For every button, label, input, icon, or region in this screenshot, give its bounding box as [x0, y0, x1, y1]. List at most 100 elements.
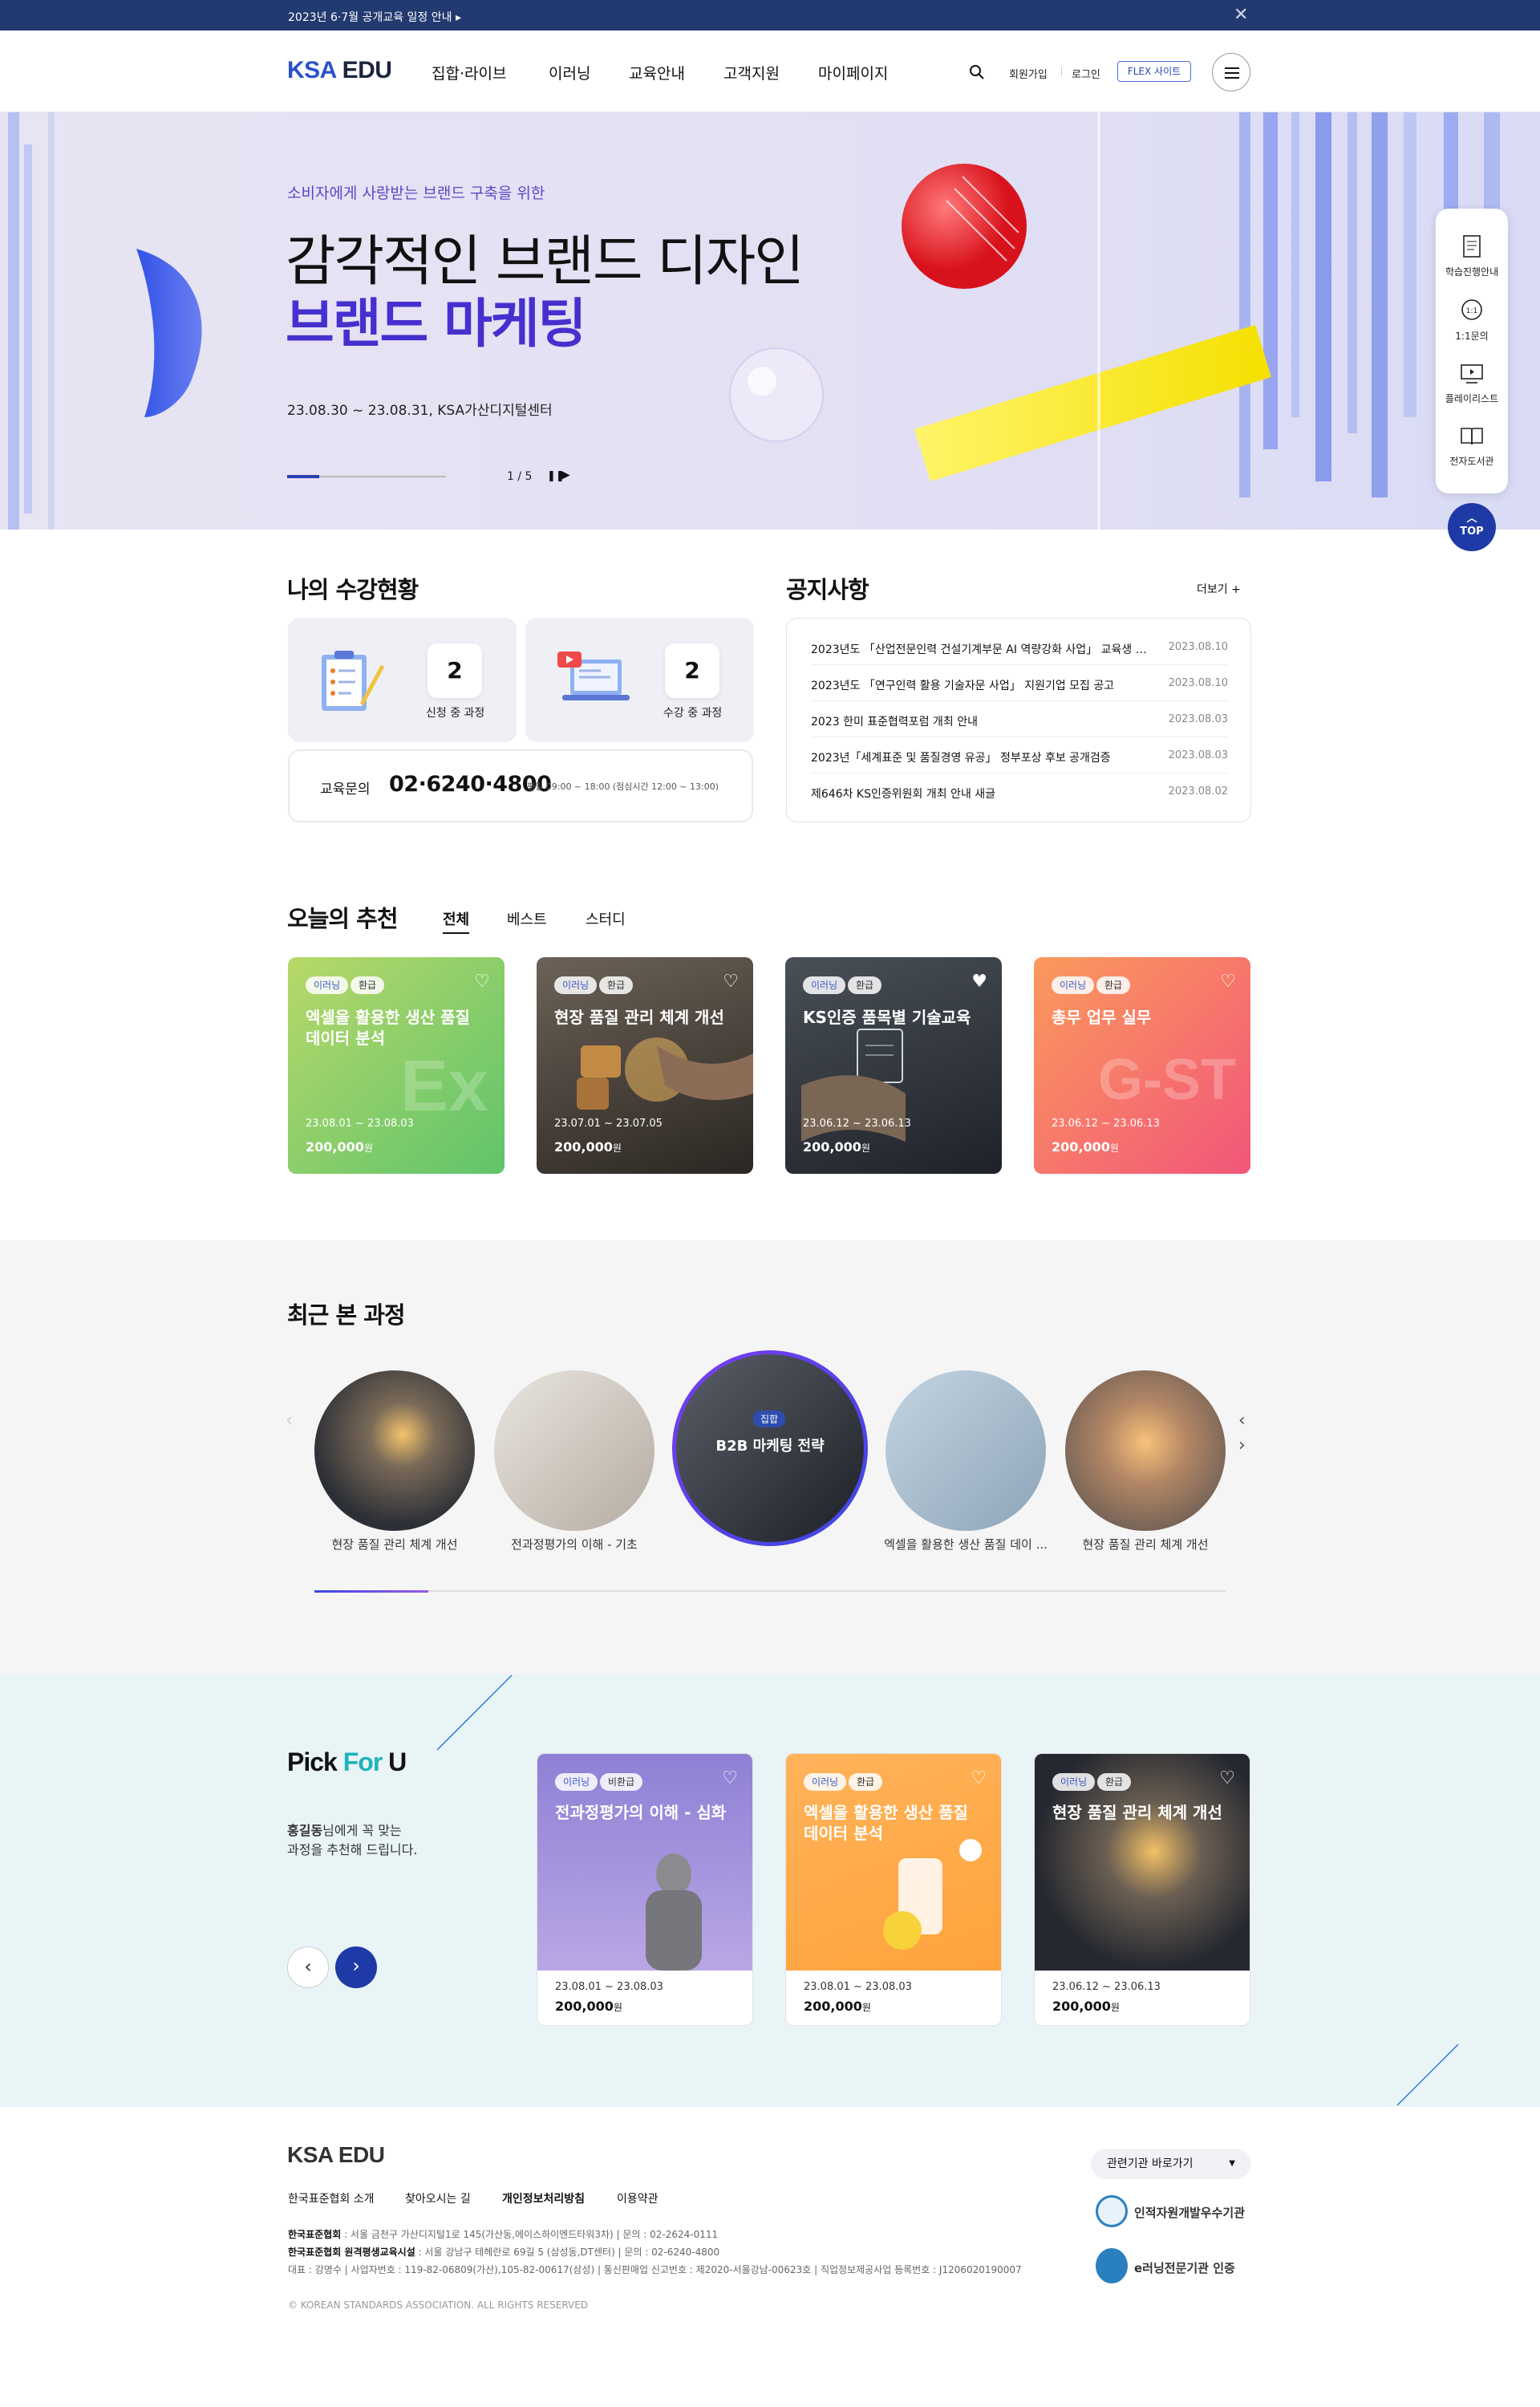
card-price: 200,000원 [1052, 1999, 1120, 2014]
join-link[interactable]: 회원가입 [1009, 66, 1048, 81]
hero-banner[interactable]: 소비자에게 사랑받는 브랜드 구축을 위한 감각적인 브랜드 디자인 브랜드 마… [0, 112, 1540, 530]
close-icon[interactable]: ✕ [1234, 5, 1248, 25]
caret-down-icon: ▼ [1229, 2159, 1235, 2168]
header: KSA EDU 집합·라이브 이러닝 교육안내 고객지원 마이페이지 회원가입 … [0, 30, 1540, 112]
hero-date: 23.08.30 ~ 23.08.31, KSA가산디지털센터 [287, 403, 553, 419]
pick-card[interactable]: 이러닝 환급 ♡ 엑셀을 활용한 생산 품질 데이터 분석 23.08.01 ~ … [785, 1753, 1002, 2026]
nav-item-guide[interactable]: 교육안내 [629, 62, 685, 83]
footer-link-directions[interactable]: 찾아오시는 길 [405, 2190, 471, 2206]
course-card[interactable]: 이러닝 환급 ♡ 현장 품질 관리 체계 개선 23.07.01 ~ 23.07.… [537, 957, 753, 1174]
card-title: 총무 업무 실무 [1052, 1008, 1152, 1027]
recent-thumb[interactable] [314, 1370, 475, 1531]
quick-item-library[interactable]: 전자도서관 [1436, 422, 1508, 468]
flex-site-button[interactable]: FLEX 사이트 [1117, 61, 1191, 82]
pick-card[interactable]: 이러닝 환급 ♡ 현장 품질 관리 체계 개선 23.06.12 ~ 23.06.… [1034, 1753, 1250, 2026]
recent-label[interactable]: 전과정평가의 이해 - 기초 [486, 1536, 663, 1553]
recent-thumb-active[interactable]: 집합 B2B 마케팅 전략 [672, 1350, 868, 1546]
related-sites-label: 관련기관 바로가기 [1107, 2157, 1194, 2170]
recent-scrollbar[interactable] [314, 1590, 1226, 1593]
announcement-bar[interactable]: 2023년 6·7월 공개교육 일정 안내 ▸ ✕ [0, 0, 1540, 30]
notice-more-link[interactable]: 더보기 + [1197, 581, 1241, 597]
scroll-top-button[interactable]: ︿ TOP [1448, 503, 1496, 551]
card-bg-text: G-ST [1098, 1048, 1236, 1112]
recent-thumb[interactable] [1065, 1370, 1226, 1531]
recent-thumb[interactable] [494, 1370, 654, 1531]
pick-description: 홍길동님에게 꼭 맞는 과정을 추천해 드립니다. [287, 1823, 418, 1857]
search-icon[interactable] [969, 64, 985, 80]
badge-refund: 환급 [1096, 976, 1131, 994]
notice-row-date: 2023.08.03 [1168, 713, 1228, 725]
apply-status-card[interactable]: 2 신청 중 과정 [288, 618, 517, 742]
quick-item-playlist[interactable]: 플레이리스트 [1436, 359, 1508, 405]
chevron-left-icon[interactable]: ‹ [1238, 1411, 1246, 1431]
footer-address-1: 한국표준협회 : 서울 금천구 가산디지털1로 145(가산동,에이스하이엔드타… [288, 2229, 719, 2240]
prev-button[interactable]: ‹ [287, 1946, 329, 1988]
notice-row[interactable]: 2023년도 「연구인력 활용 기술자문 사업」 지원기업 모집 공고 2023.… [811, 666, 1228, 701]
badge-type: 이러닝 [554, 976, 598, 994]
quick-item-guide[interactable]: 학습진행안내 [1436, 233, 1508, 278]
logo[interactable]: KSA EDU [287, 57, 392, 84]
heart-icon[interactable]: ♡ [1219, 1768, 1235, 1788]
recent-label[interactable]: 현장 품질 관리 체계 개선 [1057, 1536, 1234, 1553]
footer-link-about[interactable]: 한국표준협회 소개 [288, 2190, 375, 2206]
course-card[interactable]: 이러닝 환급 ♥ KS인증 품목별 기술교육 23.06.12 ~ 23.06.1… [785, 957, 1002, 1174]
card-date: 23.08.01 ~ 23.08.03 [306, 1118, 414, 1130]
recent-thumb[interactable] [886, 1370, 1046, 1531]
recent-label[interactable]: 현장 품질 관리 체계 개선 [306, 1536, 483, 1553]
recommend-title: 오늘의 추천 [287, 905, 398, 932]
heart-icon[interactable]: ♡ [723, 972, 739, 992]
footer-link-privacy[interactable]: 개인정보처리방침 [502, 2190, 585, 2206]
apply-label: 신청 중 과정 [426, 707, 485, 720]
nav-item-offline[interactable]: 집합·라이브 [432, 62, 506, 83]
related-sites-select[interactable]: 관련기관 바로가기 ▼ [1091, 2149, 1251, 2179]
tab-best[interactable]: 베스트 [507, 908, 547, 929]
study-status-card[interactable]: 2 수강 중 과정 [525, 618, 754, 742]
menu-button[interactable] [1212, 53, 1250, 91]
badge-type: 이러닝 [555, 1773, 598, 1791]
study-count: 2 [665, 643, 719, 698]
badge-type: 이러닝 [1052, 1773, 1096, 1791]
notice-row[interactable]: 2023년「세계표준 및 품질경영 유공」 정부포상 후보 공개검증 2023.0… [811, 738, 1228, 773]
chevron-right-icon[interactable]: › [1238, 1435, 1246, 1455]
chevron-up-icon: ︿ [1466, 513, 1477, 525]
pick-section: Pick For U 홍길동님에게 꼭 맞는 과정을 추천해 드립니다. ‹ › [0, 1674, 1540, 2107]
notice-row[interactable]: 제646차 KS인증위원회 개최 안내 새글 2023.08.02 [811, 774, 1228, 810]
inquiry-label: 교육문의 [320, 781, 371, 798]
card-price: 200,000원 [803, 1139, 870, 1155]
nav-item-elearning[interactable]: 이러닝 [549, 62, 590, 83]
tab-all[interactable]: 전체 [443, 908, 470, 934]
course-card[interactable]: G-ST 이러닝 환급 ♡ 총무 업무 실무 23.06.12 ~ 23.06.1… [1034, 957, 1250, 1174]
heart-filled-icon[interactable]: ♥ [971, 972, 987, 992]
hero-title-line2: 브랜드 마케팅 [286, 293, 586, 355]
notice-row[interactable]: 2023년도 「산업전문인력 건설기계부문 AI 역량강화 사업」 교육생 모집… [811, 630, 1228, 665]
card-price: 200,000원 [804, 1999, 871, 2014]
footer-logo[interactable]: KSA EDU [287, 2142, 385, 2168]
footer-link-terms[interactable]: 이용약관 [617, 2190, 659, 2206]
decor-line [436, 1674, 513, 1751]
recent-active-title: B2B 마케팅 전략 [715, 1438, 825, 1455]
badge-type: 이러닝 [1052, 976, 1095, 994]
heart-icon[interactable]: ♡ [971, 1768, 987, 1788]
footer-address-2: 한국표준협회 원격평생교육시설 : 서울 강남구 테헤란로 69길 5 (삼성동… [288, 2247, 720, 2258]
quick-item-inquiry[interactable]: 1:1 1:1문의 [1436, 297, 1508, 343]
notice-row[interactable]: 2023 한미 표준협력포럼 개최 안내 2023.08.03 [811, 702, 1228, 737]
next-icon[interactable]: ▶ [561, 469, 570, 481]
announcement-text[interactable]: 2023년 6·7월 공개교육 일정 안내 ▸ [288, 9, 461, 25]
card-bg-text: Ex [400, 1046, 489, 1126]
heart-icon[interactable]: ♡ [1220, 972, 1236, 992]
inquiry-box: 교육문의 02·6240·4800 평일 09:00 ~ 18:00 (점심시간… [288, 749, 753, 822]
course-card[interactable]: Ex 이러닝 환급 ♡ 엑셀을 활용한 생산 품질 데이터 분석 23.08.01… [288, 957, 505, 1174]
next-button[interactable]: › [335, 1946, 377, 1988]
chevron-left-icon[interactable]: ‹ [286, 1411, 293, 1431]
heart-icon[interactable]: ♡ [722, 1768, 738, 1788]
nav-item-support[interactable]: 고객지원 [723, 62, 780, 83]
login-link[interactable]: 로그인 [1072, 66, 1100, 81]
tab-study[interactable]: 스터디 [586, 908, 626, 929]
scrollbar-thumb[interactable] [314, 1590, 428, 1593]
chevron-left-icon: ‹ [304, 1955, 312, 1978]
heart-icon[interactable]: ♡ [474, 972, 490, 992]
recent-label[interactable]: 엑셀을 활용한 생산 품질 데이 ... [877, 1536, 1054, 1553]
nav-item-mypage[interactable]: 마이페이지 [818, 62, 888, 83]
laptop-icon [557, 651, 630, 700]
pick-card[interactable]: 이러닝 비환급 ♡ 전과정평가의 이해 - 심화 23.08.01 ~ 23.08… [537, 1753, 753, 2026]
